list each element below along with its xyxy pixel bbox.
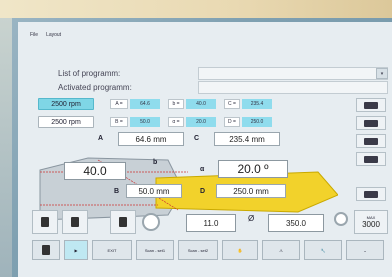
program-list-row: List of programm: ▾ (58, 66, 392, 81)
param-value[interactable]: 40.0 (186, 99, 216, 109)
toolbar-scan-set1-button[interactable]: Scan - set1 (136, 240, 174, 260)
menu-file[interactable]: File (30, 32, 38, 38)
param-key: B = (110, 117, 128, 127)
tool-icon (364, 137, 378, 145)
toolbar-doc-button[interactable] (32, 240, 60, 260)
hmi-screen: File Layout List of programm: ▾ Activate… (18, 22, 392, 277)
program-list-dropdown[interactable]: ▾ (376, 68, 388, 79)
max-button[interactable]: MAX 3000 (354, 210, 388, 234)
play-icon: ▶ (74, 247, 78, 253)
ruler-icon (364, 190, 378, 198)
circle-indicator-2 (334, 212, 348, 226)
toolbar-down-button[interactable]: ⌄ (346, 240, 384, 260)
side-button-2[interactable] (356, 116, 386, 130)
document-icon (71, 217, 79, 227)
param-value[interactable]: 235.4 (242, 99, 272, 109)
activated-program-label: Activated programm: (58, 83, 132, 92)
dim-alpha-label: α (200, 166, 205, 173)
program-list-field[interactable] (198, 67, 388, 80)
dim-B-label: B (114, 188, 120, 195)
tool-icon (364, 101, 378, 109)
tool-icon (364, 119, 378, 127)
param-key: b = (168, 99, 184, 109)
menu-layout[interactable]: Layout (46, 32, 61, 38)
param-key: A = (110, 99, 128, 109)
value-box-1[interactable]: 11.0 (186, 214, 236, 232)
frame-left (0, 18, 12, 277)
dim-D-box[interactable]: 250.0 mm (216, 184, 286, 198)
side-button-4[interactable] (356, 152, 386, 166)
circle-indicator (142, 213, 160, 231)
dim-D-label: D (200, 188, 206, 195)
dim-C-label: C (194, 135, 200, 142)
dim-B-box[interactable]: 50.0 mm (126, 184, 182, 198)
param-value[interactable]: 250.0 (242, 117, 272, 127)
max-value: 3000 (362, 220, 380, 229)
rpm-setpoint-cyan[interactable]: 2500 rpm (38, 98, 94, 110)
toolbar-scan-set2-button[interactable]: Scan - set2 (178, 240, 218, 260)
param-value[interactable]: 20.0 (186, 117, 216, 127)
document-icon (119, 217, 127, 227)
doc-button-3[interactable] (110, 210, 136, 234)
wrench-icon: 🔧 (320, 247, 326, 253)
hand-icon: ✋ (237, 247, 243, 253)
program-list-label: List of programm: (58, 69, 121, 78)
frame-top (0, 0, 392, 18)
chevron-down-icon: ⌄ (363, 247, 367, 253)
value-box-2[interactable]: 350.0 (268, 214, 324, 232)
side-button-3[interactable] (356, 134, 386, 148)
toolbar-wrench-button[interactable]: 🔧 (304, 240, 342, 260)
dim-b-box[interactable]: 40.0 (64, 162, 126, 180)
dim-alpha-box[interactable]: 20.0 º (218, 160, 288, 178)
param-key: D = (224, 117, 240, 127)
rpm-setpoint-white[interactable]: 2500 rpm (38, 116, 94, 128)
activated-program-row: Activated programm: (58, 80, 392, 95)
diameter-symbol: Ø (248, 214, 255, 223)
dim-b-label: b (153, 159, 158, 166)
toolbar-warning-button[interactable]: ⚠ (262, 240, 300, 260)
doc-button-2[interactable] (62, 210, 88, 234)
param-value[interactable]: 64.6 (130, 99, 160, 109)
toolbar-play-button[interactable]: ▶ (64, 240, 88, 260)
dim-A-box[interactable]: 64.6 mm (118, 132, 184, 146)
document-icon (41, 217, 49, 227)
side-button-1[interactable] (356, 98, 386, 112)
menu-bar: File Layout (18, 30, 392, 40)
dim-A-label: A (98, 135, 104, 142)
photo-frame: File Layout List of programm: ▾ Activate… (0, 0, 392, 277)
dim-C-box[interactable]: 235.4 mm (214, 132, 280, 146)
param-key: C = (224, 99, 240, 109)
warning-icon: ⚠ (279, 247, 283, 253)
activated-program-field (198, 81, 388, 94)
side-button-5[interactable] (356, 187, 386, 201)
toolbar-hand-button[interactable]: ✋ (222, 240, 258, 260)
doc-button-1[interactable] (32, 210, 58, 234)
param-value[interactable]: 50.0 (130, 117, 160, 127)
param-key: α = (168, 117, 184, 127)
toolbar-exit-button[interactable]: EXIT (92, 240, 132, 260)
save-icon (364, 155, 378, 163)
document-icon (42, 245, 50, 255)
